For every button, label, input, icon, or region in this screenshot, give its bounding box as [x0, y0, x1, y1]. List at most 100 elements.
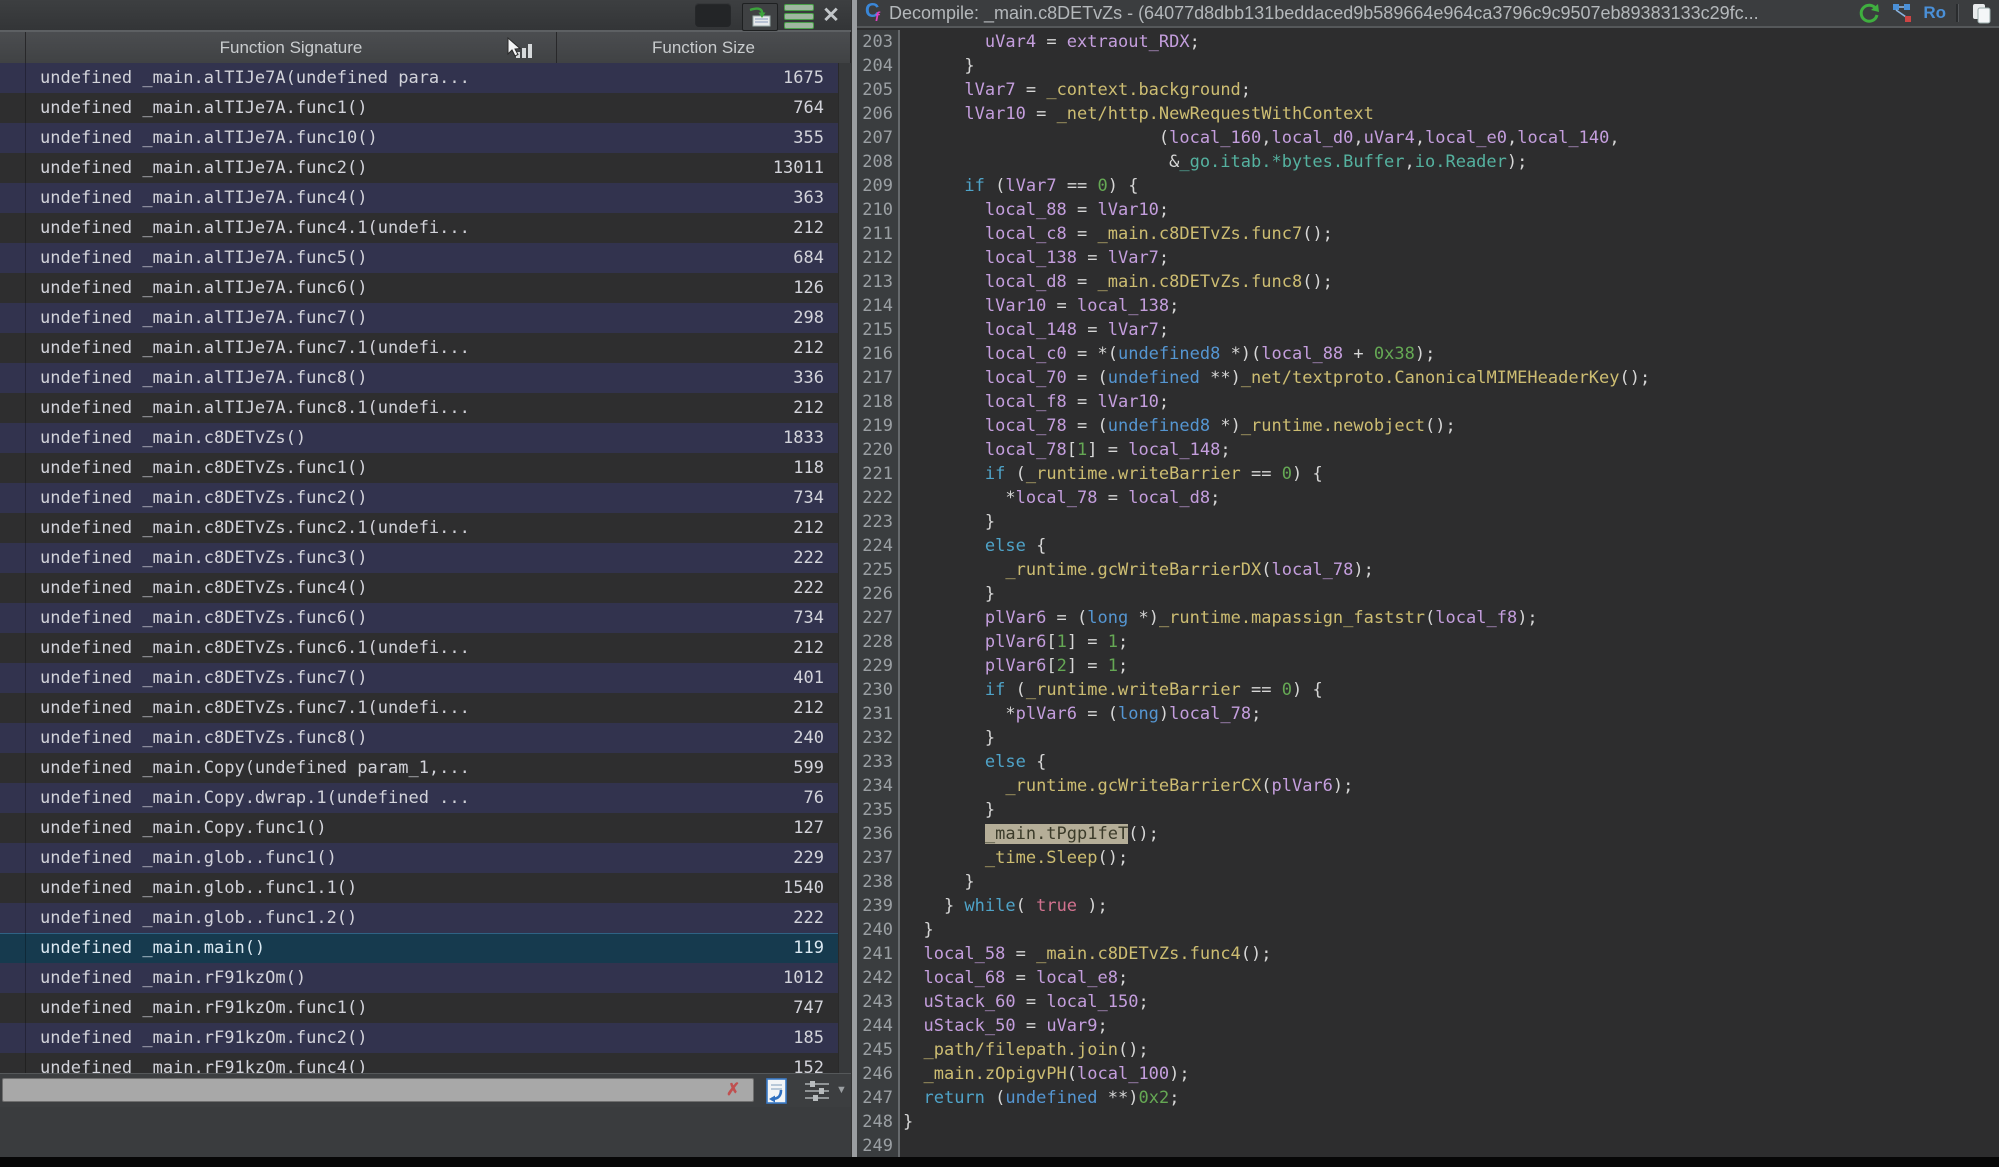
code-line[interactable]: 206 lVar10 = _net/http.NewRequestWithCon…: [857, 102, 1999, 126]
function-signature: undefined _main.c8DETvZs.func2(): [40, 483, 674, 513]
table-row[interactable]: undefined _main.alTIJe7A.func10()355: [0, 123, 838, 153]
graph-icon[interactable]: [1891, 2, 1913, 24]
table-row[interactable]: undefined _main.c8DETvZs.func3()222: [0, 543, 838, 573]
function-size: 1675: [674, 63, 838, 93]
code-line[interactable]: 230 if (_runtime.writeBarrier == 0) {: [857, 678, 1999, 702]
clear-filter-icon[interactable]: ✗: [726, 1080, 740, 1100]
code-line[interactable]: 227 plVar6 = (long *)_runtime.mapassign_…: [857, 606, 1999, 630]
table-row[interactable]: undefined _main.c8DETvZs()1833: [0, 423, 838, 453]
decompiler-code[interactable]: 203 uVar4 = extraout_RDX;204 }205 lVar7 …: [857, 30, 1999, 1157]
code-line[interactable]: 221 if (_runtime.writeBarrier == 0) {: [857, 462, 1999, 486]
code-line[interactable]: 246 _main.zOpigvPH(local_100);: [857, 1062, 1999, 1086]
code-line[interactable]: 216 local_c0 = *(undefined8 *)(local_88 …: [857, 342, 1999, 366]
snapshot-button[interactable]: [742, 3, 778, 31]
code-line[interactable]: 236 _main.tPgp1feT();: [857, 822, 1999, 846]
table-row[interactable]: undefined _main.c8DETvZs.func8()240: [0, 723, 838, 753]
code-line[interactable]: 208 &_go.itab.*bytes.Buffer,io.Reader);: [857, 150, 1999, 174]
code-line[interactable]: 219 local_78 = (undefined8 *)_runtime.ne…: [857, 414, 1999, 438]
code-line[interactable]: 212 local_138 = lVar7;: [857, 246, 1999, 270]
code-line[interactable]: 231 *plVar6 = (long)local_78;: [857, 702, 1999, 726]
table-row[interactable]: undefined _main.rF91kzOm.func1()747: [0, 993, 838, 1023]
code-line[interactable]: 242 local_68 = local_e8;: [857, 966, 1999, 990]
code-line[interactable]: 225 _runtime.gcWriteBarrierDX(local_78);: [857, 558, 1999, 582]
list-icon[interactable]: [784, 3, 814, 29]
code-line[interactable]: 223 }: [857, 510, 1999, 534]
column-header-function-signature[interactable]: Function Signature: [26, 32, 557, 63]
code-line[interactable]: 248}: [857, 1110, 1999, 1134]
table-row[interactable]: undefined _main.rF91kzOm.func4()152: [0, 1053, 838, 1073]
table-row[interactable]: undefined _main.Copy.func1()127: [0, 813, 838, 843]
table-row[interactable]: undefined _main.c8DETvZs.func6()734: [0, 603, 838, 633]
table-row[interactable]: undefined _main.Copy(undefined param_1,.…: [0, 753, 838, 783]
code-line[interactable]: 233 else {: [857, 750, 1999, 774]
code-line[interactable]: 204 }: [857, 54, 1999, 78]
table-row[interactable]: undefined _main.c8DETvZs.func2()734: [0, 483, 838, 513]
copy-icon[interactable]: [1969, 1, 1993, 25]
code-line[interactable]: 224 else {: [857, 534, 1999, 558]
table-row[interactable]: undefined _main.alTIJe7A(undefined para.…: [0, 63, 838, 93]
filter-sliders-icon[interactable]: [802, 1078, 832, 1109]
code-line[interactable]: 238 }: [857, 870, 1999, 894]
table-row[interactable]: undefined _main.alTIJe7A.func4()363: [0, 183, 838, 213]
code-line[interactable]: 210 local_88 = lVar10;: [857, 198, 1999, 222]
code-line[interactable]: 243 uStack_60 = local_150;: [857, 990, 1999, 1014]
table-row[interactable]: undefined _main.glob..func1.2()222: [0, 903, 838, 933]
code-line[interactable]: 207 (local_160,local_d0,uVar4,local_e0,l…: [857, 126, 1999, 150]
table-scrollbar[interactable]: [838, 63, 852, 1073]
table-row[interactable]: undefined _main.glob..func1.1()1540: [0, 873, 838, 903]
table-row[interactable]: undefined _main.rF91kzOm()1012: [0, 963, 838, 993]
code-line[interactable]: 217 local_70 = (undefined **)_net/textpr…: [857, 366, 1999, 390]
table-row[interactable]: undefined _main.Copy.dwrap.1(undefined .…: [0, 783, 838, 813]
refresh-icon[interactable]: [1857, 1, 1881, 25]
column-header-function-size[interactable]: Function Size: [557, 32, 851, 63]
table-row[interactable]: undefined _main.rF91kzOm.func2()185: [0, 1023, 838, 1053]
code-line[interactable]: 234 _runtime.gcWriteBarrierCX(plVar6);: [857, 774, 1999, 798]
code-line[interactable]: 214 lVar10 = local_138;: [857, 294, 1999, 318]
code-line[interactable]: 205 lVar7 = _context.background;: [857, 78, 1999, 102]
code-line[interactable]: 244 uStack_50 = uVar9;: [857, 1014, 1999, 1038]
table-row[interactable]: undefined _main.glob..func1()229: [0, 843, 838, 873]
table-row[interactable]: undefined _main.alTIJe7A.func7()298: [0, 303, 838, 333]
code-line[interactable]: 226 }: [857, 582, 1999, 606]
table-row[interactable]: undefined _main.alTIJe7A.func4.1(undefi.…: [0, 213, 838, 243]
table-row[interactable]: undefined _main.c8DETvZs.func2.1(undefi.…: [0, 513, 838, 543]
table-row[interactable]: undefined _main.alTIJe7A.func2()13011: [0, 153, 838, 183]
table-row[interactable]: undefined _main.alTIJe7A.func5()684: [0, 243, 838, 273]
filter-input[interactable]: [2, 1078, 754, 1102]
code-line[interactable]: 239 } while( true );: [857, 894, 1999, 918]
code-line[interactable]: 218 local_f8 = lVar10;: [857, 390, 1999, 414]
table-row[interactable]: undefined _main.alTIJe7A.func7.1(undefi.…: [0, 333, 838, 363]
display-icon[interactable]: [695, 3, 731, 27]
code-line[interactable]: 229 plVar6[2] = 1;: [857, 654, 1999, 678]
table-row[interactable]: undefined _main.c8DETvZs.func6.1(undefi.…: [0, 633, 838, 663]
code-line[interactable]: 203 uVar4 = extraout_RDX;: [857, 30, 1999, 54]
table-row[interactable]: undefined _main.alTIJe7A.func8()336: [0, 363, 838, 393]
code-line[interactable]: 249: [857, 1134, 1999, 1157]
table-row[interactable]: undefined _main.alTIJe7A.func8.1(undefi.…: [0, 393, 838, 423]
filter-options-icon[interactable]: [762, 1076, 790, 1111]
dropdown-caret-icon[interactable]: ▼: [836, 1084, 847, 1096]
code-line[interactable]: 220 local_78[1] = local_148;: [857, 438, 1999, 462]
reference-label[interactable]: Ro: [1923, 3, 1946, 23]
code-line[interactable]: 228 plVar6[1] = 1;: [857, 630, 1999, 654]
table-row[interactable]: undefined _main.main()119: [0, 933, 838, 963]
table-row[interactable]: undefined _main.c8DETvZs.func7.1(undefi.…: [0, 693, 838, 723]
code-line[interactable]: 235 }: [857, 798, 1999, 822]
table-row[interactable]: undefined _main.alTIJe7A.func1()764: [0, 93, 838, 123]
code-line[interactable]: 222 *local_78 = local_d8;: [857, 486, 1999, 510]
code-line[interactable]: 245 _path/filepath.join();: [857, 1038, 1999, 1062]
code-line[interactable]: 209 if (lVar7 == 0) {: [857, 174, 1999, 198]
code-line[interactable]: 211 local_c8 = _main.c8DETvZs.func7();: [857, 222, 1999, 246]
code-line[interactable]: 213 local_d8 = _main.c8DETvZs.func8();: [857, 270, 1999, 294]
table-row[interactable]: undefined _main.c8DETvZs.func4()222: [0, 573, 838, 603]
close-icon[interactable]: ✕: [818, 3, 844, 29]
code-line[interactable]: 232 }: [857, 726, 1999, 750]
code-line[interactable]: 241 local_58 = _main.c8DETvZs.func4();: [857, 942, 1999, 966]
table-row[interactable]: undefined _main.c8DETvZs.func7()401: [0, 663, 838, 693]
code-line[interactable]: 237 _time.Sleep();: [857, 846, 1999, 870]
code-line[interactable]: 240 }: [857, 918, 1999, 942]
code-line[interactable]: 247 return (undefined **)0x2;: [857, 1086, 1999, 1110]
table-row[interactable]: undefined _main.c8DETvZs.func1()118: [0, 453, 838, 483]
table-row[interactable]: undefined _main.alTIJe7A.func6()126: [0, 273, 838, 303]
code-line[interactable]: 215 local_148 = lVar7;: [857, 318, 1999, 342]
